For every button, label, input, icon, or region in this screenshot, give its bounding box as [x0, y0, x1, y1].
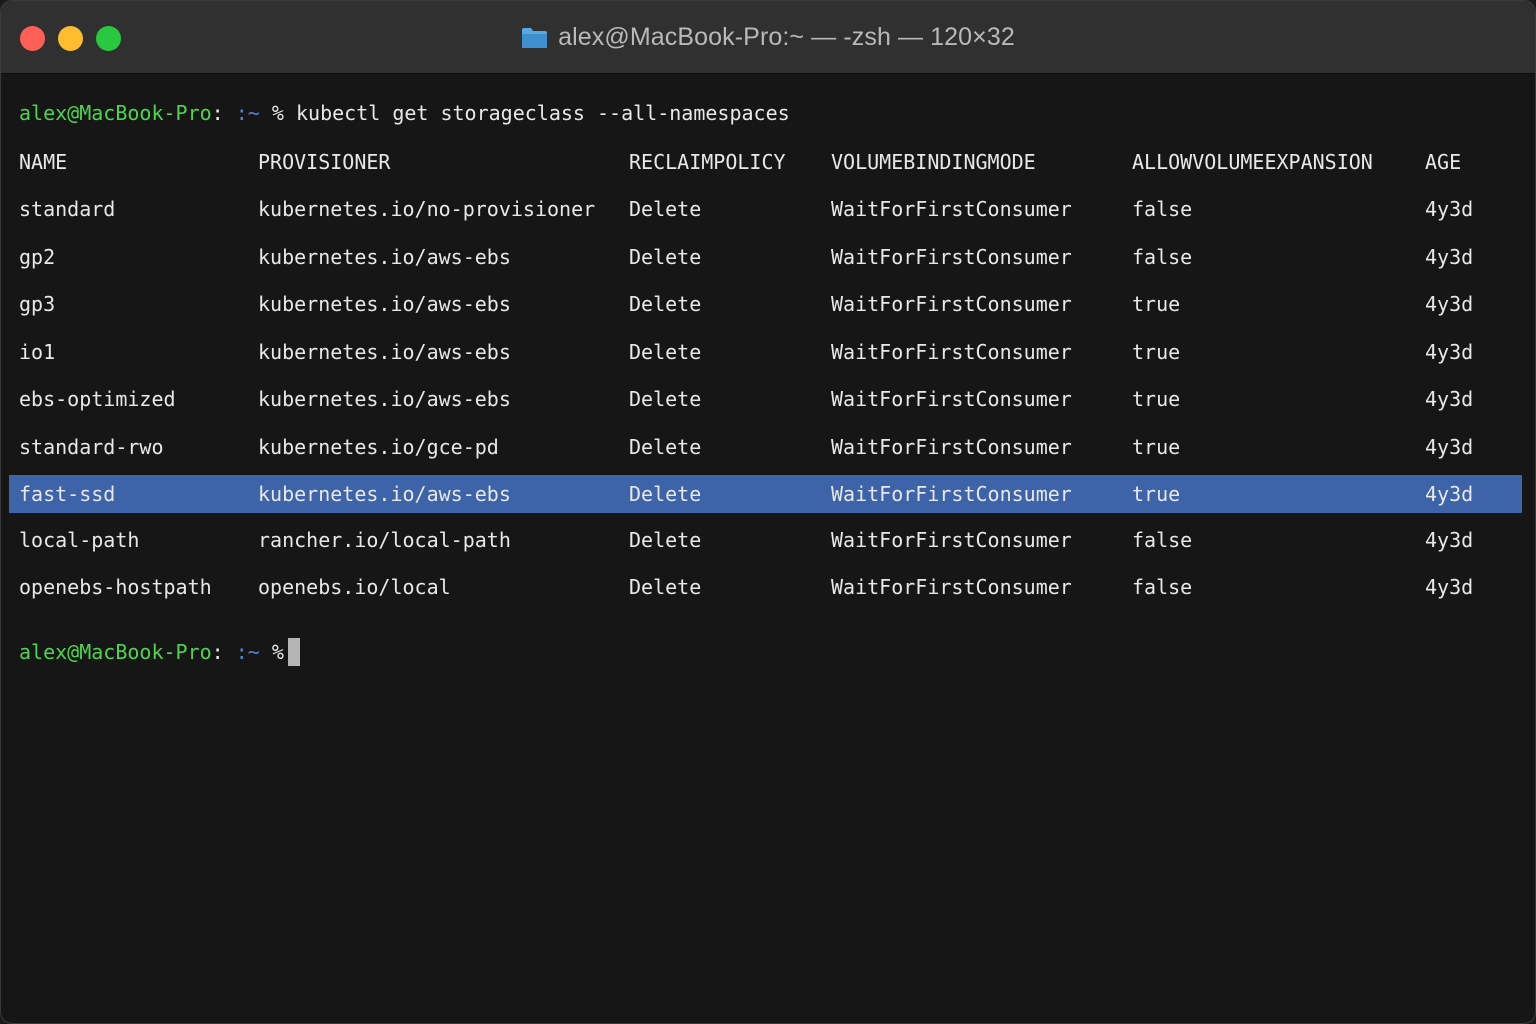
cell-volumebindingmode: WaitForFirstConsumer: [831, 435, 1072, 459]
cell-allowvolumeexpansion: false: [1132, 197, 1193, 221]
cell-provisioner: rancher.io/local-path: [258, 528, 511, 552]
cell-volumebindingmode: WaitForFirstConsumer: [831, 482, 1072, 506]
cell-volumebindingmode: WaitForFirstConsumer: [831, 387, 1072, 411]
cell-allowvolumeexpansion: true: [1132, 340, 1181, 364]
table-row[interactable]: standard kubernetes.io/no-provisioner Dele…: [9, 190, 1522, 228]
cell-allowvolumeexpansion: true: [1132, 292, 1181, 316]
cell-name: standard-rwo: [19, 435, 164, 459]
table-row[interactable]: standard-rwo kubernetes.io/gce-pd Delete Wa…: [9, 428, 1522, 466]
cell-provisioner: kubernetes.io/aws-ebs: [258, 245, 511, 269]
cell-allowvolumeexpansion: false: [1132, 245, 1193, 269]
cell-volumebindingmode: WaitForFirstConsumer: [831, 528, 1072, 552]
title-bar[interactable]: alex@MacBook-Pro:~ — -zsh — 120×32: [1, 1, 1535, 74]
header-age: AGE: [1425, 150, 1462, 174]
cell-volumebindingmode: WaitForFirstConsumer: [831, 245, 1072, 269]
header-name: NAME: [19, 150, 68, 174]
table-row[interactable]: io1 kubernetes.io/aws-ebs Delete WaitForFir…: [9, 333, 1522, 371]
prompt-colon: :: [211, 640, 224, 664]
prompt-path: :~: [235, 101, 260, 125]
cell-age: 4y3d: [1425, 387, 1474, 411]
cell-allowvolumeexpansion: true: [1132, 482, 1181, 506]
cell-reclaimpolicy: Delete: [629, 435, 702, 459]
header-reclaimpolicy: RECLAIMPOLICY: [629, 150, 786, 174]
cell-name: ebs-optimized: [19, 387, 176, 411]
active-prompt-line[interactable]: alex@MacBook-Pro: :~ %: [19, 637, 300, 667]
cell-allowvolumeexpansion: false: [1132, 575, 1193, 599]
cell-name: openebs-hostpath: [19, 575, 212, 599]
command-text: kubectl get storageclass --all-namespace…: [295, 101, 790, 125]
cell-name: gp2: [19, 245, 56, 269]
cell-name: standard: [19, 197, 116, 221]
cell-volumebindingmode: WaitForFirstConsumer: [831, 575, 1072, 599]
cell-provisioner: kubernetes.io/aws-ebs: [258, 340, 511, 364]
cell-reclaimpolicy: Delete: [629, 197, 702, 221]
cell-age: 4y3d: [1425, 528, 1474, 552]
cell-provisioner: kubernetes.io/gce-pd: [258, 435, 499, 459]
table-row[interactable]: openebs-hostpath openebs.io/local Delete Wa…: [9, 568, 1522, 606]
table-row[interactable]: fast-ssd kubernetes.io/aws-ebs Delete WaitF…: [9, 475, 1522, 513]
cell-reclaimpolicy: Delete: [629, 575, 702, 599]
cell-age: 4y3d: [1425, 340, 1474, 364]
window-title: alex@MacBook-Pro:~ — -zsh — 120×32: [558, 22, 1015, 51]
cell-provisioner: openebs.io/local: [258, 575, 451, 599]
cell-age: 4y3d: [1425, 482, 1474, 506]
cell-allowvolumeexpansion: true: [1132, 435, 1181, 459]
cell-reclaimpolicy: Delete: [629, 292, 702, 316]
terminal-content[interactable]: alex@MacBook-Pro: :~ % kubectl get stora…: [1, 74, 1535, 1023]
table-row[interactable]: gp3 kubernetes.io/aws-ebs Delete WaitForFir…: [9, 285, 1522, 323]
table-row[interactable]: local-path rancher.io/local-path Delete Wai…: [9, 521, 1522, 559]
cell-age: 4y3d: [1425, 575, 1474, 599]
cell-reclaimpolicy: Delete: [629, 528, 702, 552]
cell-provisioner: kubernetes.io/aws-ebs: [258, 482, 511, 506]
cell-name: io1: [19, 340, 56, 364]
cell-allowvolumeexpansion: false: [1132, 528, 1193, 552]
cell-volumebindingmode: WaitForFirstConsumer: [831, 197, 1072, 221]
cell-name: fast-ssd: [19, 482, 116, 506]
cell-age: 4y3d: [1425, 435, 1474, 459]
cell-reclaimpolicy: Delete: [629, 387, 702, 411]
command-line: alex@MacBook-Pro: :~ % kubectl get stora…: [19, 98, 790, 128]
text-cursor: [287, 637, 300, 666]
header-provisioner: PROVISIONER: [258, 150, 391, 174]
prompt-symbol: %: [271, 101, 284, 125]
header-volumebindingmode: VOLUMEBINDINGMODE: [831, 150, 1036, 174]
cell-provisioner: kubernetes.io/no-provisioner: [258, 197, 596, 221]
cell-reclaimpolicy: Delete: [629, 482, 702, 506]
cell-volumebindingmode: WaitForFirstConsumer: [831, 340, 1072, 364]
cell-name: local-path: [19, 528, 140, 552]
cell-reclaimpolicy: Delete: [629, 245, 702, 269]
cell-reclaimpolicy: Delete: [629, 340, 702, 364]
terminal-window: alex@MacBook-Pro:~ — -zsh — 120×32 alex@…: [0, 0, 1536, 1024]
cell-volumebindingmode: WaitForFirstConsumer: [831, 292, 1072, 316]
prompt-user-host: alex@MacBook-Pro: [19, 101, 212, 125]
prompt-path: :~: [235, 640, 260, 664]
cell-age: 4y3d: [1425, 197, 1474, 221]
table-row[interactable]: gp2 kubernetes.io/aws-ebs Delete WaitForFir…: [9, 238, 1522, 276]
header-allowvolumeexpansion: ALLOWVOLUMEEXPANSION: [1132, 150, 1373, 174]
prompt-symbol: %: [271, 640, 284, 664]
prompt-user-host: alex@MacBook-Pro: [19, 640, 212, 664]
cell-provisioner: kubernetes.io/aws-ebs: [258, 292, 511, 316]
folder-icon: [522, 28, 548, 48]
cell-age: 4y3d: [1425, 292, 1474, 316]
cell-allowvolumeexpansion: true: [1132, 387, 1181, 411]
window-title-area: alex@MacBook-Pro:~ — -zsh — 120×32: [1, 1, 1535, 73]
cell-name: gp3: [19, 292, 56, 316]
cell-provisioner: kubernetes.io/aws-ebs: [258, 387, 511, 411]
table-header-row: NAME PROVISIONER RECLAIMPOLICY VOLUMEBINDIN…: [9, 143, 1522, 181]
table-row[interactable]: ebs-optimized kubernetes.io/aws-ebs Delete…: [9, 380, 1522, 418]
prompt-colon: :: [211, 101, 224, 125]
cell-age: 4y3d: [1425, 245, 1474, 269]
